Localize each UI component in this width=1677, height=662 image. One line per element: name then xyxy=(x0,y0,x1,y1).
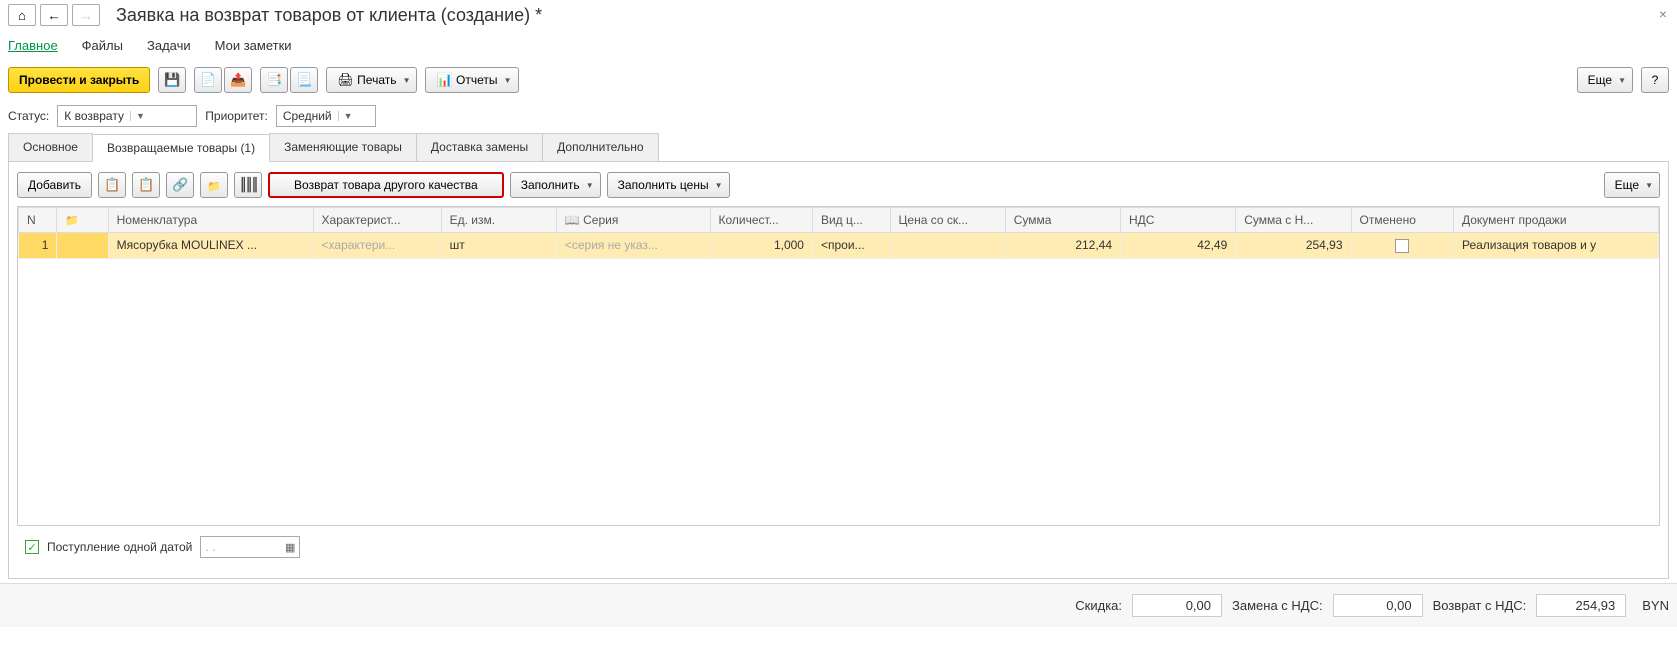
share-icon xyxy=(172,177,188,193)
return-vat-value: 254,93 xyxy=(1536,594,1626,617)
cell-series[interactable]: <серия не указ... xyxy=(556,233,710,259)
folder-icon xyxy=(65,213,79,227)
calendar-icon[interactable]: ▦ xyxy=(285,541,295,554)
col-n[interactable]: N xyxy=(19,208,57,233)
cell-characteristic[interactable]: <характери... xyxy=(313,233,441,259)
copy-icon xyxy=(104,177,120,193)
cell-sale-doc[interactable]: Реализация товаров и у xyxy=(1453,233,1658,259)
col-qty[interactable]: Количест... xyxy=(710,208,812,233)
col-sum[interactable]: Сумма xyxy=(1005,208,1120,233)
document-icon xyxy=(296,72,312,88)
col-cancelled[interactable]: Отменено xyxy=(1351,208,1453,233)
paste-button[interactable] xyxy=(132,172,160,198)
cell-price-disc[interactable] xyxy=(890,233,1005,259)
chevron-down-icon: ▼ xyxy=(130,111,146,121)
col-price-disc[interactable]: Цена со ск... xyxy=(890,208,1005,233)
single-date-checkbox[interactable]: ✓ xyxy=(25,540,39,554)
doc-action-2[interactable] xyxy=(224,67,252,93)
return-vat-label: Возврат с НДС: xyxy=(1433,598,1527,613)
post-and-close-button[interactable]: Провести и закрыть xyxy=(8,67,150,93)
cell-n[interactable]: 1 xyxy=(19,233,57,259)
single-date-input[interactable]: . . ▦ xyxy=(200,536,300,558)
doc-action-4[interactable] xyxy=(290,67,318,93)
col-vat[interactable]: НДС xyxy=(1121,208,1236,233)
document-icon xyxy=(266,72,282,88)
single-date-label: Поступление одной датой xyxy=(47,540,192,554)
cell-sum-vat[interactable]: 254,93 xyxy=(1236,233,1351,259)
col-series[interactable]: 📖 Серия xyxy=(556,208,710,233)
items-table[interactable]: N Номенклатура Характерист... Ед. изм. 📖… xyxy=(17,206,1660,526)
inner-more-button[interactable]: Еще xyxy=(1604,172,1660,198)
status-select[interactable]: К возврату ▼ xyxy=(57,105,197,127)
page-tab-additional[interactable]: Дополнительно xyxy=(542,133,658,161)
col-sale-doc[interactable]: Документ продажи xyxy=(1453,208,1658,233)
report-icon xyxy=(436,72,452,88)
return-other-quality-button[interactable]: Возврат товара другого качества xyxy=(268,172,504,198)
document-icon xyxy=(200,72,216,88)
discount-value: 0,00 xyxy=(1132,594,1222,617)
save-icon xyxy=(164,72,180,88)
col-characteristic[interactable]: Характерист... xyxy=(313,208,441,233)
back-button[interactable]: ← xyxy=(40,4,68,26)
print-button[interactable]: Печать xyxy=(326,67,417,93)
page-tab-main[interactable]: Основное xyxy=(8,133,93,161)
replace-vat-value: 0,00 xyxy=(1333,594,1423,617)
copy-button[interactable] xyxy=(98,172,126,198)
tab-notes[interactable]: Мои заметки xyxy=(215,38,292,53)
cell-nomenclature[interactable]: Мясорубка MOULINEX ... xyxy=(108,233,313,259)
col-price-type[interactable]: Вид ц... xyxy=(812,208,890,233)
save-button[interactable] xyxy=(158,67,186,93)
currency-label: BYN xyxy=(1642,598,1669,613)
print-icon xyxy=(337,72,354,88)
cell-cancelled[interactable] xyxy=(1351,233,1453,259)
replace-vat-label: Замена с НДС: xyxy=(1232,598,1323,613)
share-button[interactable] xyxy=(166,172,194,198)
more-button[interactable]: Еще xyxy=(1577,67,1633,93)
help-button[interactable]: ? xyxy=(1641,67,1669,93)
discount-label: Скидка: xyxy=(1075,598,1122,613)
page-tab-delivery[interactable]: Доставка замены xyxy=(416,133,543,161)
col-nomenclature[interactable]: Номенклатура xyxy=(108,208,313,233)
col-folder[interactable] xyxy=(57,208,108,233)
fill-button[interactable]: Заполнить xyxy=(510,172,601,198)
home-button[interactable]: ⌂ xyxy=(8,4,36,26)
doc-action-3[interactable] xyxy=(260,67,288,93)
fill-prices-button[interactable]: Заполнить цены xyxy=(607,172,730,198)
folder-button[interactable] xyxy=(200,172,228,198)
tab-main[interactable]: Главное xyxy=(8,38,58,53)
cell-folder[interactable] xyxy=(57,233,108,259)
tab-tasks[interactable]: Задачи xyxy=(147,38,191,53)
barcode-button[interactable] xyxy=(234,172,262,198)
reports-button[interactable]: Отчеты xyxy=(425,67,518,93)
cell-price-type[interactable]: <прои... xyxy=(812,233,890,259)
chevron-down-icon: ▼ xyxy=(338,111,354,121)
cell-qty[interactable]: 1,000 xyxy=(710,233,812,259)
tab-files[interactable]: Файлы xyxy=(82,38,123,53)
folder-icon xyxy=(207,178,221,193)
priority-label: Приоритет: xyxy=(205,109,268,123)
window-title: Заявка на возврат товаров от клиента (со… xyxy=(116,5,542,26)
col-unit[interactable]: Ед. изм. xyxy=(441,208,556,233)
forward-button[interactable]: → xyxy=(72,4,100,26)
add-button[interactable]: Добавить xyxy=(17,172,92,198)
export-icon xyxy=(230,72,246,88)
table-row[interactable]: 1 Мясорубка MOULINEX ... <характери... ш… xyxy=(19,233,1659,259)
page-tab-replacing[interactable]: Заменяющие товары xyxy=(269,133,417,161)
doc-action-1[interactable] xyxy=(194,67,222,93)
close-icon[interactable]: × xyxy=(1659,6,1667,22)
priority-select[interactable]: Средний ▼ xyxy=(276,105,376,127)
col-sum-vat[interactable]: Сумма с Н... xyxy=(1236,208,1351,233)
cell-unit[interactable]: шт xyxy=(441,233,556,259)
barcode-icon xyxy=(239,177,256,193)
cancelled-checkbox[interactable] xyxy=(1395,239,1409,253)
status-label: Статус: xyxy=(8,109,49,123)
page-tab-returned[interactable]: Возвращаемые товары (1) xyxy=(92,134,270,162)
paste-icon xyxy=(138,177,154,193)
cell-vat[interactable]: 42,49 xyxy=(1121,233,1236,259)
cell-sum[interactable]: 212,44 xyxy=(1005,233,1120,259)
